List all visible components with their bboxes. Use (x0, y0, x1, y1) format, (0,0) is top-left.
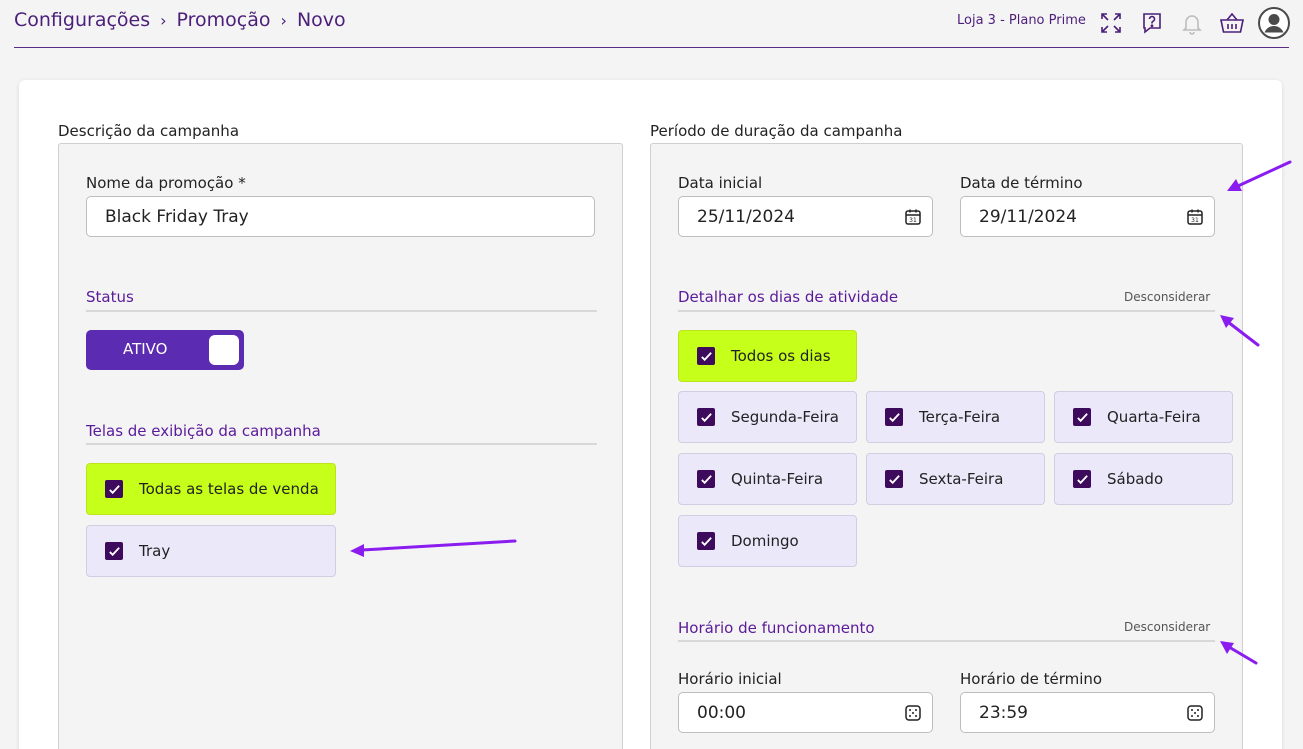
arrow-icon (1227, 160, 1292, 191)
arrow-icon (1220, 641, 1258, 665)
arrow-icon (1220, 315, 1260, 347)
arrow-icon (350, 539, 517, 557)
annotation-arrows (350, 160, 1292, 665)
